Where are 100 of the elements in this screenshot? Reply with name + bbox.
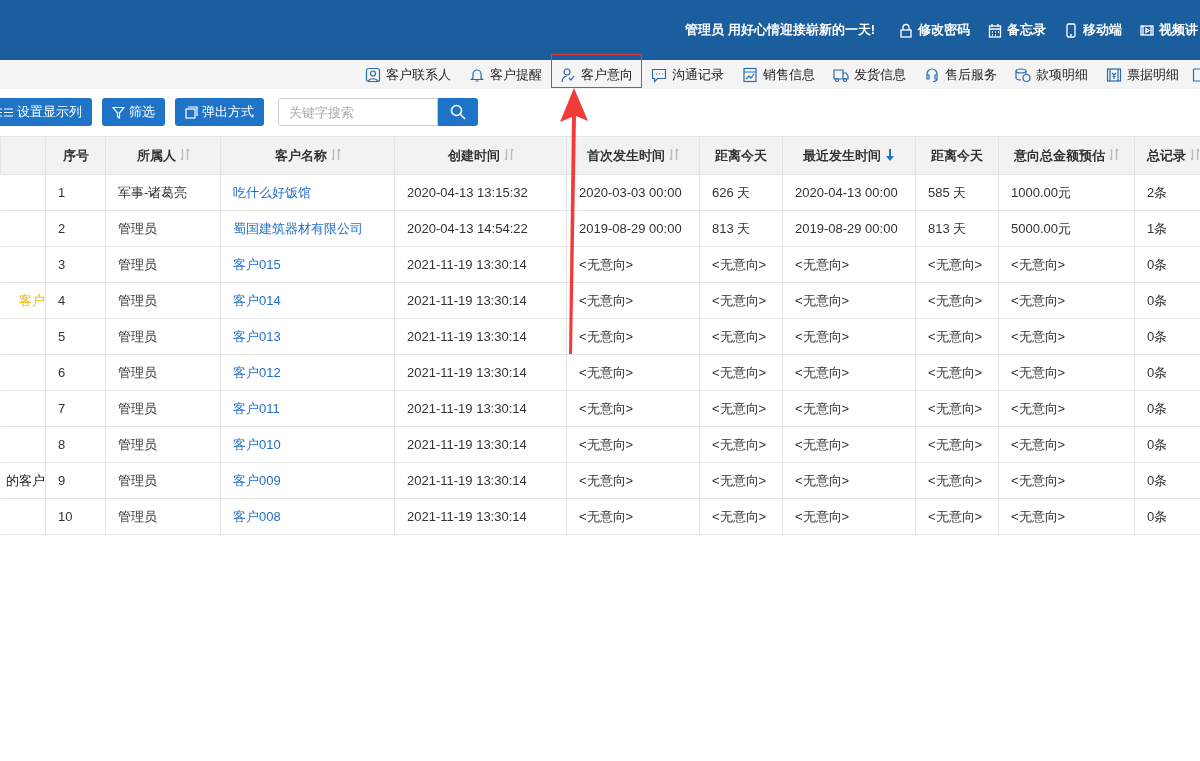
toolbar-tab[interactable]: 发货信息 — [824, 57, 915, 92]
customer-link[interactable]: 客户011 — [233, 400, 280, 416]
header-link[interactable]: 修改密码 — [899, 21, 970, 39]
table-cell: 0条 — [1147, 436, 1168, 452]
toolbar-tab[interactable]: 客户联系人 — [356, 57, 460, 92]
header-link[interactable]: 备忘录 — [988, 21, 1046, 39]
column-header[interactable]: 创建时间 — [447, 147, 500, 163]
table-cell: 7 — [58, 401, 66, 416]
table-cell: <无意向> — [928, 328, 983, 344]
table-cell: 2021-11-19 13:30:14 — [407, 365, 527, 380]
action-button[interactable]: 设置显示列 — [0, 98, 92, 126]
headset-icon — [924, 66, 940, 83]
row-label: 的客户 — [6, 472, 45, 488]
table-cell: <无意向> — [579, 436, 634, 452]
table-cell: 管理员 — [118, 328, 157, 344]
contact-icon — [365, 66, 381, 83]
table-cell: 9 — [58, 473, 66, 488]
customer-link[interactable]: 客户012 — [233, 364, 281, 380]
table-cell: <无意向> — [712, 256, 767, 272]
table-cell: 626 天 — [712, 184, 751, 200]
table-cell: <无意向> — [579, 292, 634, 308]
search-button[interactable] — [438, 98, 478, 126]
table-cell: <无意向> — [579, 364, 634, 380]
toolbar-tab[interactable]: 款项明细 — [1006, 57, 1097, 92]
table-cell: <无意向> — [928, 508, 983, 524]
table-cell: <无意向> — [795, 328, 850, 344]
table-cell: <无意向> — [795, 436, 850, 452]
filter-icon — [112, 105, 125, 119]
header-link[interactable]: 移动端 — [1064, 21, 1122, 39]
table-cell: <无意向> — [795, 256, 850, 272]
table-cell: 5 — [58, 329, 66, 344]
table-cell: 0条 — [1147, 400, 1168, 416]
table-cell: 管理员 — [118, 256, 157, 272]
table-cell: 2020-04-13 13:15:32 — [407, 185, 528, 200]
table-cell: <无意向> — [795, 472, 850, 488]
customer-link[interactable]: 吃什么好饭馆 — [233, 184, 311, 200]
table-cell: 2020-04-13 14:54:22 — [407, 221, 528, 236]
column-header[interactable]: 客户名称 — [274, 147, 327, 163]
customer-link[interactable]: 客户015 — [233, 256, 281, 272]
customer-link[interactable]: 客户013 — [233, 328, 281, 344]
coins-icon — [1015, 66, 1031, 83]
sort-icon[interactable] — [503, 147, 514, 161]
column-header[interactable]: 所属人 — [136, 147, 176, 163]
row-label: 客户 — [19, 292, 45, 308]
action-button[interactable]: 弹出方式 — [175, 98, 264, 126]
table-cell: 10 — [58, 509, 73, 524]
sort-icon[interactable] — [330, 147, 341, 161]
sort-icon[interactable] — [179, 147, 190, 161]
sort-icon[interactable] — [1109, 147, 1119, 161]
table-cell: <无意向> — [795, 400, 850, 416]
table-cell: 管理员 — [118, 472, 157, 488]
header-link[interactable]: 视频讲 — [1140, 21, 1198, 39]
column-header[interactable]: 序号 — [62, 147, 89, 163]
table-cell: <无意向> — [795, 292, 850, 308]
phone-icon — [1064, 22, 1078, 38]
table-cell: <无意向> — [579, 328, 634, 344]
toolbar-tab[interactable]: 票据明细 — [1097, 57, 1188, 92]
table-cell: <无意向> — [795, 508, 850, 524]
table-cell: 1000.00元 — [1011, 184, 1071, 200]
table-cell: <无意向> — [712, 364, 767, 380]
table-cell: 管理员 — [118, 436, 157, 452]
table-cell: 2019-08-29 00:00 — [795, 221, 898, 236]
table-cell: 2021-11-19 13:30:14 — [407, 329, 527, 344]
table-cell: <无意向> — [1011, 436, 1066, 452]
sort-down-icon[interactable] — [885, 147, 895, 161]
table-cell: <无意向> — [712, 400, 767, 416]
customer-link[interactable]: 客户010 — [233, 436, 281, 452]
table-cell: <无意向> — [1011, 364, 1066, 380]
table-cell: 管理员 — [118, 220, 157, 236]
toolbar-tab[interactable]: 销售信息 — [733, 57, 824, 92]
receipt-icon — [1106, 66, 1122, 83]
calendar-icon — [988, 22, 1002, 38]
toolbar-tab[interactable]: 客户提醒 — [460, 57, 551, 92]
search-field[interactable]: 关键字搜索 — [278, 98, 438, 126]
table-cell: 8 — [58, 437, 66, 452]
customer-link[interactable]: 客户008 — [233, 508, 281, 524]
table-cell: 0条 — [1147, 364, 1168, 380]
table-cell: <无意向> — [1011, 256, 1066, 272]
table-cell: 6 — [58, 365, 66, 380]
bell-icon — [469, 66, 485, 83]
toolbar-tab[interactable]: 沟通记录 — [642, 57, 733, 92]
document-icon[interactable] — [1192, 66, 1200, 83]
customer-link[interactable]: 客户009 — [233, 472, 281, 488]
sort-icon[interactable] — [1190, 147, 1200, 161]
toolbar-tab[interactable]: 售后服务 — [915, 57, 1006, 92]
lock-icon — [899, 22, 913, 38]
customer-link[interactable]: 客户014 — [233, 292, 281, 308]
table-cell: <无意向> — [1011, 472, 1066, 488]
video-icon — [1140, 22, 1154, 38]
table-cell: <无意向> — [928, 256, 983, 272]
table-cell: <无意向> — [579, 472, 634, 488]
window-icon — [185, 105, 198, 119]
sort-icon[interactable] — [669, 147, 679, 161]
action-button[interactable]: 筛选 — [102, 98, 165, 126]
table-cell: 军事-诸葛亮 — [118, 184, 188, 200]
toolbar-tab[interactable]: 客户意向 — [551, 54, 642, 88]
table-cell: 2 — [58, 221, 66, 236]
table-cell: 813 天 — [712, 220, 751, 236]
truck-icon — [833, 66, 849, 83]
table-cell: <无意向> — [928, 472, 983, 488]
